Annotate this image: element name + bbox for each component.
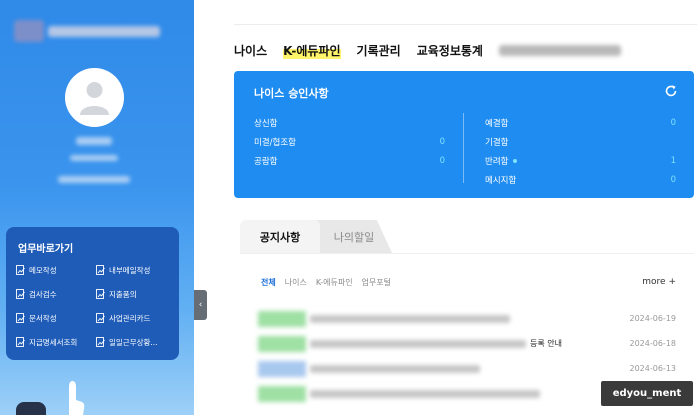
user-icon [80,82,109,115]
quick-link-memo[interactable]: 메모작성 [16,263,96,278]
tab-my-tasks[interactable]: 나의할일 [316,220,392,253]
quick-link-document[interactable]: 문서작성 [16,311,96,326]
document-chart-icon [16,265,25,275]
filter-work-portal[interactable]: 업무포털 [362,277,391,288]
notice-title: 등록 안내 [530,339,562,348]
sidebar: 업무바로가기 메모작성 내부메일작성 검사검수 지출품의 문서작성 사업관리카드… [0,0,194,415]
approval-title: 나이스 승인사항 [254,87,329,100]
document-chart-icon [16,337,25,347]
tab-notices[interactable]: 공지사항 [240,220,320,253]
character-illustration [16,402,46,415]
notice-date: 2024-06-13 [629,364,677,373]
approval-row-messages[interactable]: 메시지함 0 [485,170,676,189]
neis-approval-card: 나이스 승인사항 상신함 미결/협조함 0 공람함 0 예결함 0 기결함 반려함 1 … [234,71,694,198]
approval-row-rejected[interactable]: 반려함 1 [485,151,676,170]
document-chart-icon [96,337,105,347]
filter-neis[interactable]: 나이스 [285,277,307,288]
nav-edu-statistics[interactable]: 교육정보통계 [417,42,483,59]
document-chart-icon [96,313,105,323]
approval-row-pending[interactable]: 미결/협조함 0 [254,132,445,151]
top-divider [234,24,697,25]
user-org-blurred [58,176,130,183]
approval-right-column: 예결함 0 기결함 반려함 1 메시지함 0 [485,113,676,189]
quick-link-inspection[interactable]: 검사검수 [16,287,96,302]
document-chart-icon [16,289,25,299]
refresh-icon[interactable] [664,84,678,98]
org-logo[interactable] [14,14,164,46]
notice-date: 2024-06-19 [629,314,677,323]
approval-divider [463,113,464,183]
notice-row[interactable]: 2024-06-19 [258,309,676,327]
quick-link-project-card[interactable]: 사업관리카드 [96,311,176,326]
pointing-hand-icon [69,381,85,415]
nav-neis[interactable]: 나이스 [234,42,267,59]
watermark: edyou_ment [601,381,693,406]
approval-row-pre-approved[interactable]: 예결함 0 [485,113,676,132]
document-chart-icon [16,313,25,323]
notice-title-blurred [310,340,526,348]
more-link[interactable]: more + [642,277,676,287]
notice-tabs: 나의할일 공지사항 [240,220,694,253]
approval-row-approved[interactable]: 기결함 [485,132,676,151]
quick-links-panel: 업무바로가기 메모작성 내부메일작성 검사검수 지출품의 문서작성 사업관리카드… [6,227,179,360]
user-dept-blurred [70,155,118,161]
notice-row[interactable]: 등록 안내 2024-06-18 [258,334,676,352]
filter-k-edufine[interactable]: K-에듀파인 [316,277,353,288]
approval-left-column: 상신함 미결/협조함 0 공람함 0 [254,113,445,170]
document-chart-icon [96,289,105,299]
user-name-blurred [76,137,112,145]
top-nav: 나이스 K-에듀파인 기록관리 교육정보통계 [234,41,621,59]
notice-date: 2024-06-18 [629,339,677,348]
notice-row[interactable]: 2024-06-13 [258,359,676,377]
approval-row-draft[interactable]: 상신함 [254,113,445,132]
nav-item-blurred[interactable] [498,44,621,56]
nav-records[interactable]: 기록관리 [357,42,401,59]
quick-links-title: 업무바로가기 [18,244,74,255]
quick-link-payment-statement[interactable]: 지급명세서조회 [16,335,96,350]
filter-all[interactable]: 전체 [261,277,276,288]
avatar [65,68,124,127]
approval-row-circulation[interactable]: 공람함 0 [254,151,445,170]
quick-links-grid: 메모작성 내부메일작성 검사검수 지출품의 문서작성 사업관리카드 지급명세서조… [16,263,176,350]
sidebar-collapse-button[interactable]: ‹ [194,290,207,320]
new-indicator-dot [513,159,518,163]
quick-link-daily-attendance[interactable]: 일일근무상황... [96,335,176,350]
notice-filter-tabs: 전체 나이스 K-에듀파인 업무포털 [261,277,400,288]
quick-link-internal-mail[interactable]: 내부메일작성 [96,263,176,278]
nav-k-edufine[interactable]: K-에듀파인 [283,41,341,59]
notice-title-blurred [310,365,480,373]
notice-title-blurred [310,315,510,323]
quick-link-expense[interactable]: 지출품의 [96,287,176,302]
document-chart-icon [96,265,105,275]
notice-title-blurred [310,390,540,398]
